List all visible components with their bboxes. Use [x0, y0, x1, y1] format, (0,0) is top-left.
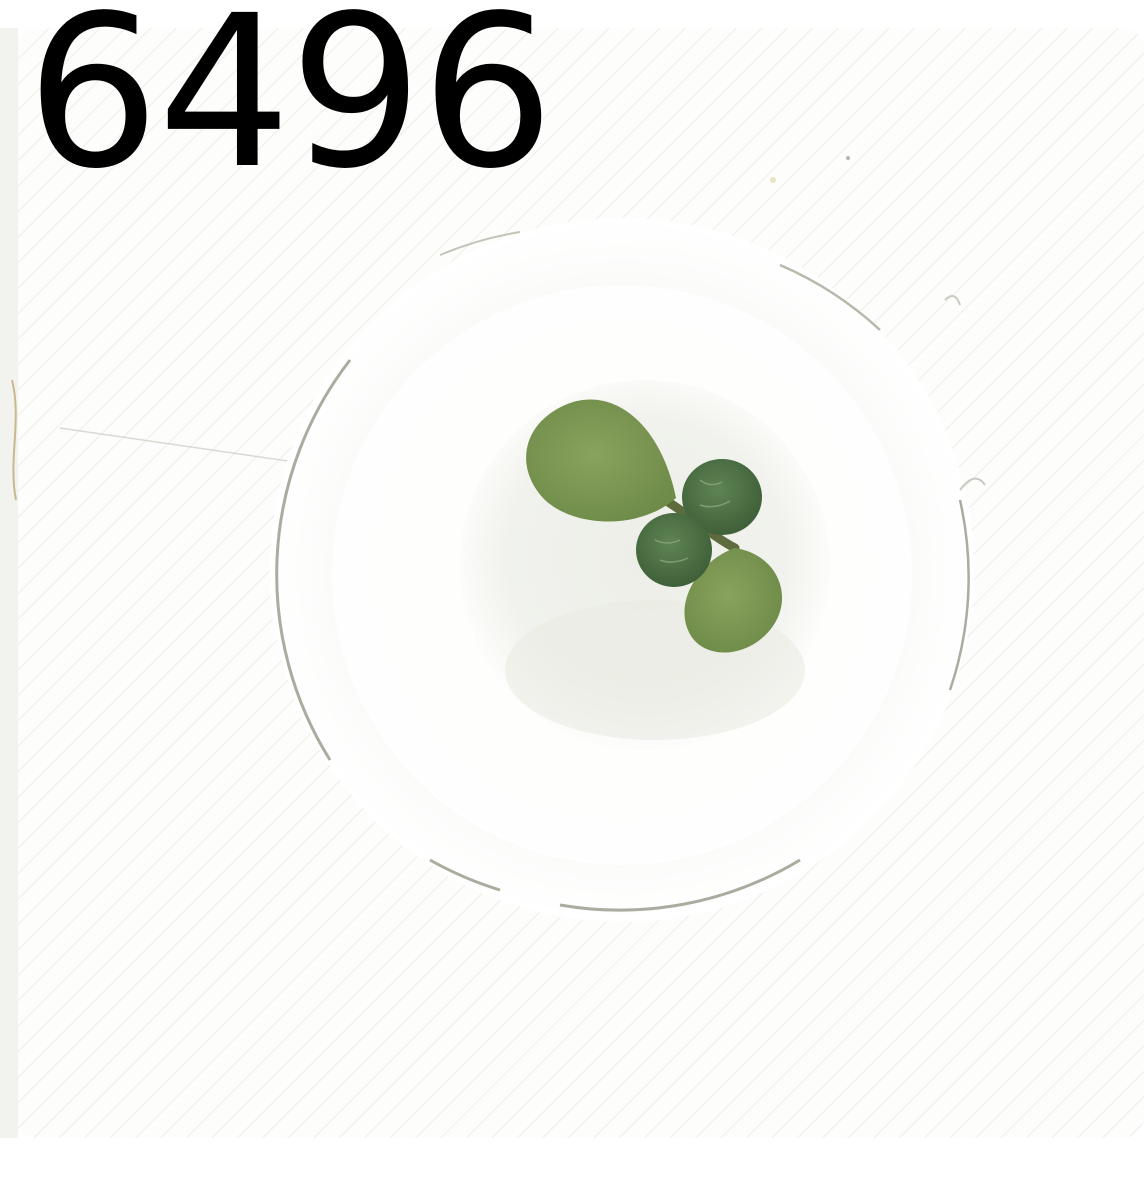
true-leaf-left [636, 513, 712, 587]
tray-left-edge [0, 28, 18, 1138]
scene: 6496 [0, 0, 1144, 1175]
plant-id-label: 6496 [26, 0, 554, 215]
